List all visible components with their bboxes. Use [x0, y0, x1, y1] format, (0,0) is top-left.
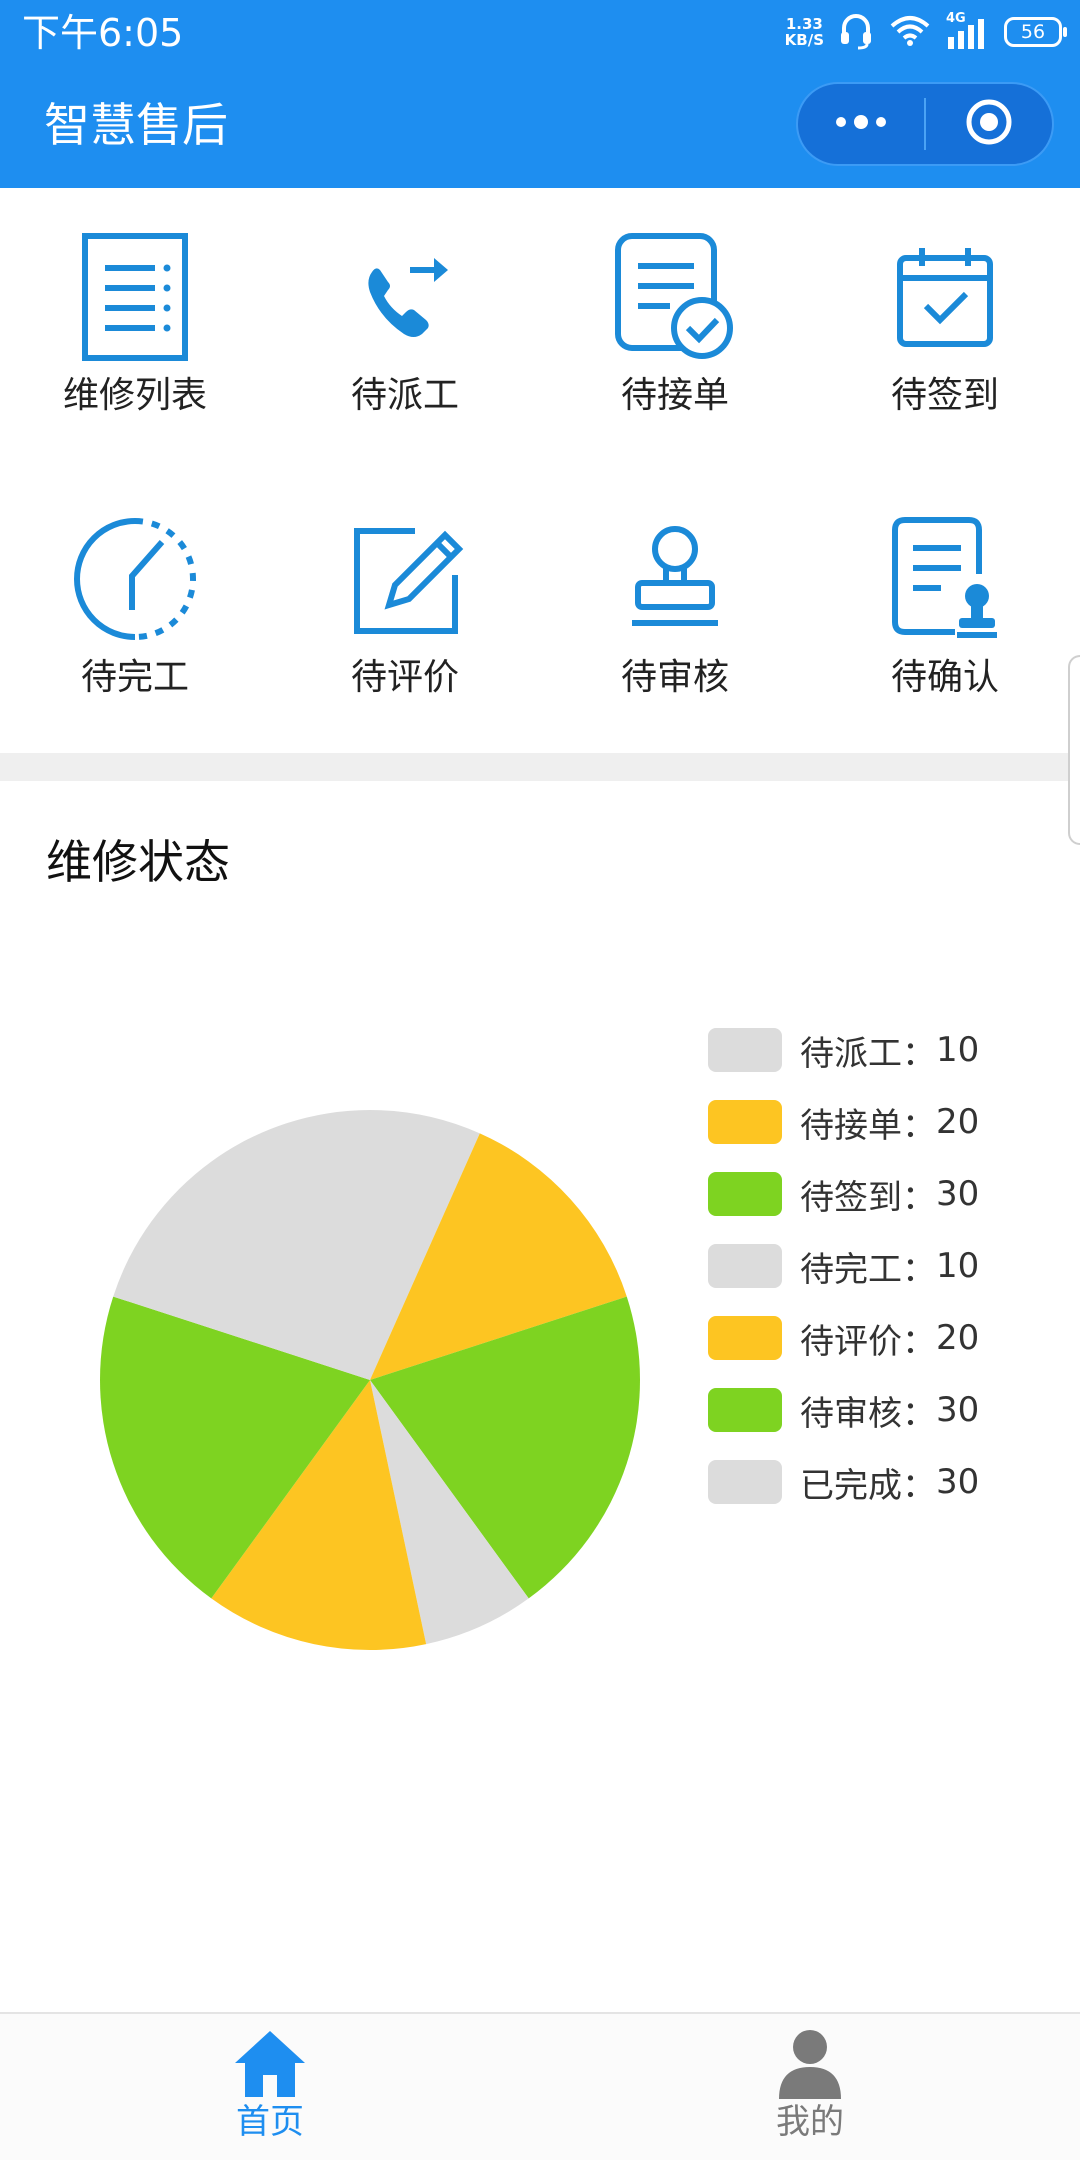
status-icons: 1.33 KB/S 4G 56: [784, 10, 1067, 54]
list-document-icon: [70, 232, 200, 362]
tab-bar: 首页 我的: [0, 2012, 1080, 2160]
legend-swatch: [708, 1316, 782, 1360]
grid-label: 待完工: [80, 657, 189, 698]
legend-item: 已完成： 30: [708, 1446, 979, 1518]
document-check-icon: [610, 232, 740, 362]
grid-item-pending-completion[interactable]: 待完工: [0, 470, 270, 700]
legend-label: 待派工：: [800, 1033, 936, 1074]
legend-label: 待完工：: [800, 1249, 936, 1290]
status-time: 下午6:05: [22, 11, 184, 55]
grid-item-pending-checkin[interactable]: 待签到: [810, 188, 1080, 418]
legend-label: 待评价：: [800, 1321, 936, 1362]
legend-value: 30: [936, 1174, 980, 1214]
grid-item-pending-audit[interactable]: 待审核: [540, 470, 810, 700]
legend-label: 已完成：: [800, 1465, 936, 1506]
legend-item: 待签到： 30: [708, 1158, 979, 1230]
app-header: 下午6:05 1.33 KB/S 4G 56 智慧售后: [0, 0, 1080, 188]
wifi-icon: [888, 12, 932, 52]
page-title: 智慧售后: [44, 98, 228, 152]
clock-dashed-icon: [70, 514, 200, 644]
tab-mine[interactable]: 我的: [540, 2014, 1080, 2160]
stamp-icon: [610, 514, 740, 644]
pie-chart: [100, 1110, 640, 1650]
net-speed: 1.33 KB/S: [784, 15, 824, 49]
grid-label: 待评价: [350, 657, 459, 698]
legend-value: 20: [936, 1102, 980, 1142]
feature-grid: 维修列表 待派工 待接单 待签到 待完工 待评价 待审核 待确认: [0, 188, 1080, 753]
legend-swatch: [708, 1460, 782, 1504]
legend-value: 10: [936, 1246, 980, 1286]
legend-label: 待签到：: [800, 1177, 936, 1218]
legend-value: 10: [936, 1030, 980, 1070]
grid-item-pending-accept[interactable]: 待接单: [540, 188, 810, 418]
legend-item: 待派工： 10: [708, 1014, 979, 1086]
more-button[interactable]: [798, 84, 924, 164]
grid-label: 维修列表: [62, 375, 207, 416]
section-title: 维修状态: [46, 835, 230, 889]
grid-label: 待确认: [890, 657, 999, 698]
legend-value: 20: [936, 1318, 980, 1358]
tab-home[interactable]: 首页: [0, 2014, 540, 2160]
headset-icon: [838, 10, 874, 54]
legend-value: 30: [936, 1462, 980, 1502]
legend-item: 待接单： 20: [708, 1086, 979, 1158]
more-dots-icon: [833, 114, 889, 134]
battery-indicator: 56: [1004, 17, 1067, 47]
grid-item-repair-list[interactable]: 维修列表: [0, 188, 270, 418]
phone-forward-icon: [340, 232, 470, 362]
legend-label: 待接单：: [800, 1105, 936, 1146]
legend-swatch: [708, 1100, 782, 1144]
legend-swatch: [708, 1028, 782, 1072]
legend-label: 待审核：: [800, 1393, 936, 1434]
section-divider: [0, 753, 1080, 781]
edit-pencil-icon: [340, 514, 470, 644]
legend-swatch: [708, 1388, 782, 1432]
user-icon: [770, 2026, 850, 2100]
grid-label: 待派工: [350, 375, 459, 416]
legend-swatch: [708, 1172, 782, 1216]
scroll-handle[interactable]: [1068, 655, 1080, 845]
grid-label: 待审核: [620, 657, 729, 698]
document-seal-icon: [880, 514, 1010, 644]
calendar-check-icon: [880, 232, 1010, 362]
legend-item: 待完工： 10: [708, 1230, 979, 1302]
tab-label: 首页: [236, 2102, 304, 2142]
grid-item-pending-review[interactable]: 待评价: [270, 470, 540, 700]
tab-label: 我的: [776, 2102, 844, 2142]
signal-icon: 4G: [946, 11, 990, 51]
target-circle-icon: [964, 97, 1014, 151]
legend-item: 待审核： 30: [708, 1374, 979, 1446]
grid-label: 待接单: [620, 375, 729, 416]
grid-item-pending-confirm[interactable]: 待确认: [810, 470, 1080, 700]
mini-program-capsule: [796, 82, 1054, 166]
home-icon: [230, 2026, 310, 2100]
legend-value: 30: [936, 1390, 980, 1430]
close-button[interactable]: [926, 84, 1052, 164]
chart-legend: 待派工： 10 待接单： 20 待签到： 30 待完工： 10 待评价： 20 待审核： 30 已完成：…: [708, 1014, 979, 1518]
legend-swatch: [708, 1244, 782, 1288]
legend-item: 待评价： 20: [708, 1302, 979, 1374]
grid-item-pending-dispatch[interactable]: 待派工: [270, 188, 540, 418]
grid-label: 待签到: [890, 375, 999, 416]
